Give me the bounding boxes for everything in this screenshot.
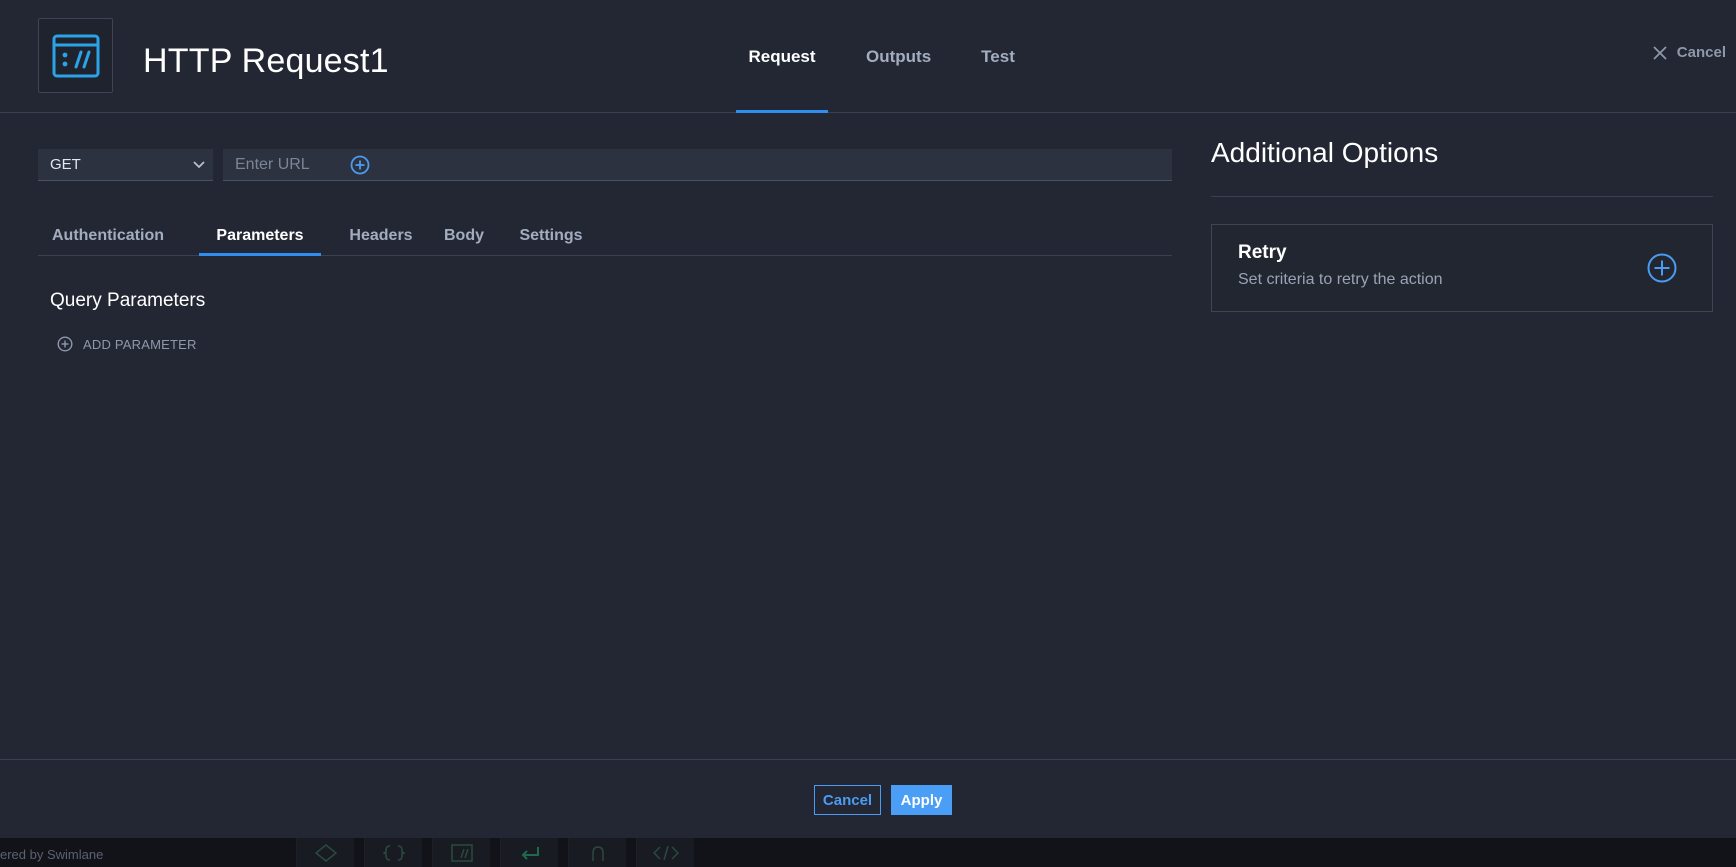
add-retry-icon[interactable] [1646, 252, 1678, 284]
branch-icon[interactable] [568, 838, 626, 867]
chevron-down-icon [193, 157, 205, 174]
plus-circle-icon [57, 336, 73, 352]
method-select[interactable]: GET [38, 149, 213, 181]
method-value: GET [50, 156, 81, 173]
tab-outputs[interactable]: Outputs [852, 0, 945, 113]
apply-button[interactable]: Apply [891, 785, 952, 815]
tab-parameters[interactable]: Parameters [199, 218, 321, 256]
retry-option-card: Retry Set criteria to retry the action [1211, 224, 1713, 312]
retry-description: Set criteria to retry the action [1238, 271, 1443, 288]
url-field [223, 149, 1172, 181]
http-icon[interactable] [432, 838, 490, 867]
tab-body[interactable]: Body [441, 218, 487, 256]
request-subtabs: Authentication Parameters Headers Body S… [38, 218, 1172, 256]
query-parameters-title: Query Parameters [50, 290, 206, 311]
powered-by-text: ered by Swimlane [0, 847, 104, 862]
tab-authentication[interactable]: Authentication [52, 218, 174, 256]
footer-divider [0, 759, 1736, 760]
background-toolbar-icons [296, 838, 704, 867]
add-variable-icon[interactable] [350, 155, 370, 175]
tab-test[interactable]: Test [967, 0, 1029, 113]
close-icon [1653, 45, 1667, 60]
dialog-header: HTTP Request1 Request Outputs Test Cance… [0, 0, 1736, 113]
background-toolbar: ered by Swimlane [0, 838, 1736, 867]
http-request-dialog: HTTP Request1 Request Outputs Test Cance… [0, 0, 1736, 867]
braces-icon[interactable] [364, 838, 422, 867]
http-request-icon [38, 18, 113, 93]
add-parameter-label: ADD PARAMETER [83, 336, 197, 352]
url-input[interactable] [235, 155, 347, 174]
tab-request[interactable]: Request [736, 0, 828, 113]
cancel-button[interactable]: Cancel [814, 785, 881, 815]
add-parameter-button[interactable]: ADD PARAMETER [57, 336, 197, 352]
return-icon[interactable] [500, 838, 558, 867]
additional-options-title: Additional Options [1211, 137, 1439, 168]
main-tabs: Request Outputs Test [736, 0, 1029, 113]
tab-headers[interactable]: Headers [347, 218, 415, 256]
header-cancel-button[interactable]: Cancel [1653, 44, 1726, 61]
ip-icon[interactable] [296, 838, 354, 867]
options-divider [1211, 196, 1713, 197]
code-icon[interactable] [636, 838, 694, 867]
retry-title: Retry [1238, 242, 1287, 263]
header-cancel-label: Cancel [1676, 44, 1726, 61]
tab-settings[interactable]: Settings [514, 218, 588, 256]
dialog-title: HTTP Request1 [143, 42, 389, 80]
